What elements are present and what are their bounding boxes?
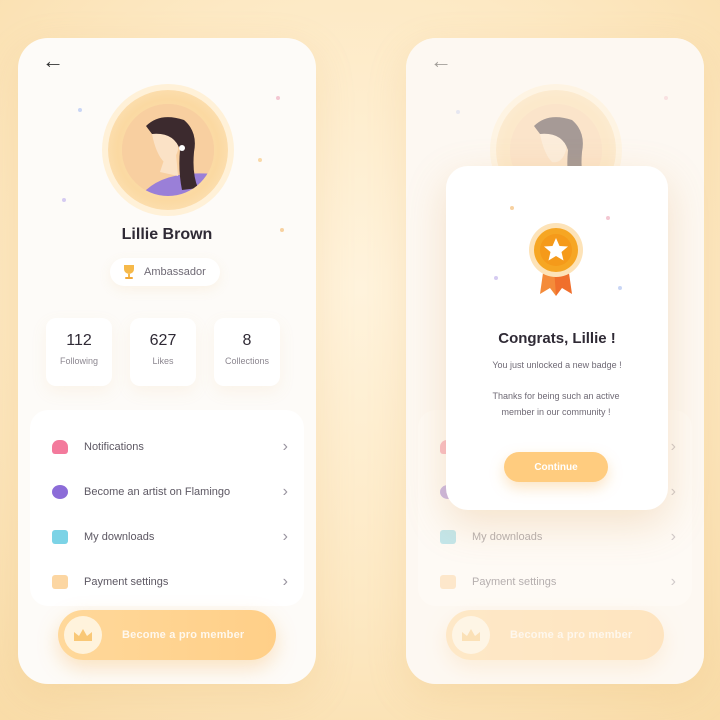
- confetti-dot: [62, 198, 66, 202]
- stat-label: Collections: [224, 356, 270, 366]
- confetti-dot: [276, 96, 280, 100]
- stats-row: 112 Following 627 Likes 8 Collections: [46, 318, 280, 386]
- menu-item-downloads[interactable]: My downloads ›: [46, 524, 288, 550]
- stat-label: Following: [59, 356, 99, 366]
- stat-value: 8: [242, 332, 252, 349]
- stat-collections[interactable]: 8 Collections: [214, 318, 280, 386]
- crown-icon: [64, 616, 102, 654]
- continue-button[interactable]: Continue: [504, 452, 608, 482]
- chevron-right-icon: ›: [282, 528, 288, 545]
- menu-label: Become an artist on Flamingo: [84, 486, 231, 498]
- confetti-dot: [510, 206, 514, 210]
- badge-unlocked-modal: Congrats, Lillie ! You just unlocked a n…: [446, 166, 668, 510]
- confetti-dot: [258, 158, 262, 162]
- confetti-dot: [618, 286, 622, 290]
- user-name: Lillie Brown: [121, 226, 213, 243]
- confetti-dot: [78, 108, 82, 112]
- stat-value: 627: [149, 332, 177, 349]
- menu-label: My downloads: [84, 531, 155, 543]
- chevron-right-icon: ›: [282, 483, 288, 500]
- stat-likes[interactable]: 627 Likes: [130, 318, 196, 386]
- pro-member-button[interactable]: Become a pro member: [58, 610, 276, 660]
- modal-title: Congrats, Lillie !: [498, 330, 616, 347]
- badge-pill[interactable]: Ambassador: [110, 258, 220, 286]
- continue-label: Continue: [534, 461, 578, 473]
- chevron-right-icon: ›: [282, 438, 288, 455]
- stat-value: 112: [66, 332, 92, 349]
- medal-icon: [529, 223, 583, 296]
- palette-icon: [52, 485, 68, 499]
- menu-item-notifications[interactable]: Notifications ›: [46, 434, 288, 460]
- chevron-right-icon: ›: [282, 573, 288, 590]
- menu-label: Payment settings: [84, 576, 169, 588]
- trophy-icon: [124, 265, 134, 279]
- bell-icon: [52, 440, 68, 454]
- card-icon: [52, 575, 68, 589]
- avatar[interactable]: [122, 104, 214, 196]
- stat-following[interactable]: 112 Following: [46, 318, 112, 386]
- profile-screen: ← Lillie Brown Ambassador 112 Following …: [18, 38, 316, 684]
- confetti-dot: [494, 276, 498, 280]
- folder-icon: [52, 530, 68, 544]
- menu-item-become-artist[interactable]: Become an artist on Flamingo ›: [46, 479, 288, 505]
- stat-label: Likes: [152, 356, 174, 366]
- menu-card: Notifications › Become an artist on Flam…: [30, 410, 304, 606]
- badge-label: Ambassador: [144, 266, 206, 278]
- menu-label: Notifications: [84, 441, 144, 453]
- pro-button-label: Become a pro member: [122, 629, 245, 641]
- avatar-frame: [108, 90, 228, 210]
- menu-item-payment[interactable]: Payment settings ›: [46, 569, 288, 595]
- confetti-dot: [606, 216, 610, 220]
- modal-subtitle: You just unlocked a new badge !: [492, 360, 622, 370]
- modal-body: Thanks for being such an active member i…: [492, 391, 620, 417]
- back-arrow-icon[interactable]: ←: [42, 50, 64, 72]
